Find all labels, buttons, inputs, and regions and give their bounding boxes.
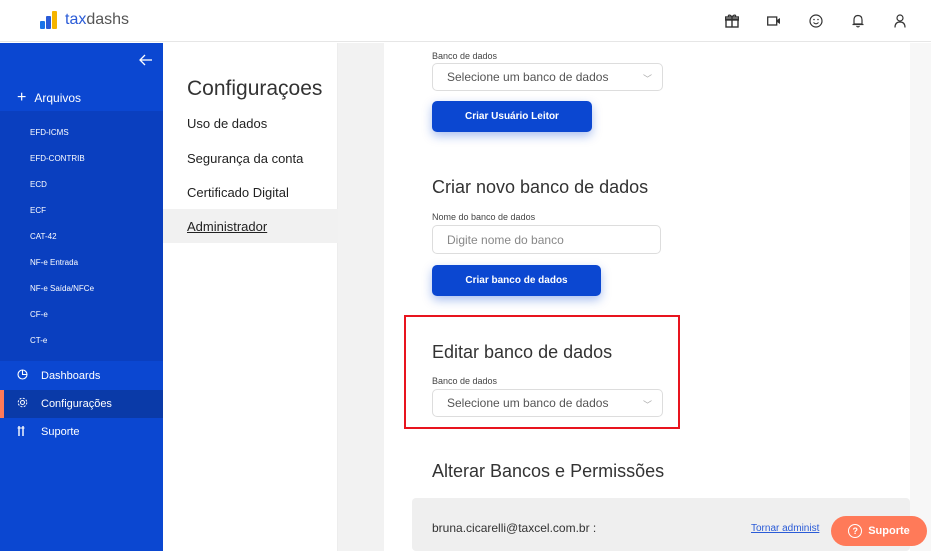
select-value: Selecione um banco de dados xyxy=(447,396,609,410)
settings-title: Configuraçoes xyxy=(187,77,323,100)
settings-item-administrador[interactable]: Administrador xyxy=(163,209,338,243)
sidebar-item-label: Suporte xyxy=(41,426,80,438)
banco-de-dados-select[interactable]: Selecione um banco de dados ﹀ xyxy=(432,63,663,91)
settings-item-certificado[interactable]: Certificado Digital xyxy=(163,175,338,209)
sidebar-subitem[interactable]: CF-e xyxy=(30,310,48,319)
nome-banco-input[interactable]: Digite nome do banco xyxy=(432,225,661,254)
scroll-gutter xyxy=(910,43,931,551)
nome-banco-label: Nome do banco de dados xyxy=(432,212,536,222)
editar-banco-heading: Editar banco de dados xyxy=(432,342,613,362)
sidebar-subitem[interactable]: CT-e xyxy=(30,336,47,345)
suporte-label: Suporte xyxy=(868,525,910,537)
editar-banco-select[interactable]: Selecione um banco de dados ﹀ xyxy=(432,389,663,417)
plus-icon: + xyxy=(17,89,27,106)
settings-item-uso-de-dados[interactable]: Uso de dados xyxy=(163,106,338,140)
bell-icon[interactable] xyxy=(849,12,867,30)
sidebar-item-arquivos[interactable]: + Arquivos xyxy=(17,89,81,107)
sidebar-item-label: Dashboards xyxy=(41,370,101,382)
sidebar-subitem[interactable]: EFD-CONTRIB xyxy=(30,154,85,163)
support-icon xyxy=(17,425,33,440)
criar-usuario-leitor-button[interactable]: Criar Usuário Leitor xyxy=(432,101,592,132)
arrow-left-icon[interactable] xyxy=(139,53,153,71)
user-icon[interactable] xyxy=(891,12,909,30)
sidebar-subitem[interactable]: ECF xyxy=(30,206,46,215)
suporte-button[interactable]: ? Suporte xyxy=(831,516,927,546)
sidebar-item-configuracoes[interactable]: Configurações xyxy=(0,390,163,418)
sidebar-subitem[interactable]: NF-e Entrada xyxy=(30,258,78,267)
banco-de-dados-label: Banco de dados xyxy=(432,51,498,61)
sidebar-submenu: EFD-ICMS EFD-CONTRIB ECD ECF CAT-42 NF-e… xyxy=(0,111,163,361)
sidebar-subitem[interactable]: EFD-ICMS xyxy=(30,128,69,137)
sidebar-item-dashboards[interactable]: Dashboards xyxy=(0,362,163,390)
logo-text: taxdashs xyxy=(65,11,130,28)
gear-icon xyxy=(17,397,33,411)
editar-banco-label: Banco de dados xyxy=(432,376,498,386)
sidebar: + Arquivos EFD-ICMS EFD-CONTRIB ECD ECF … xyxy=(0,43,163,551)
settings-menu: Configuraçoes Uso de dados Segurança da … xyxy=(163,43,338,551)
content-gutter xyxy=(338,43,384,551)
help-icon: ? xyxy=(848,524,863,538)
sidebar-item-suporte[interactable]: Suporte xyxy=(0,418,163,446)
gift-icon[interactable] xyxy=(723,12,741,30)
logo-icon xyxy=(40,11,62,29)
sidebar-subitem[interactable]: CAT-42 xyxy=(30,232,57,241)
settings-item-seguranca[interactable]: Segurança da conta xyxy=(163,141,338,175)
user-email: bruna.cicarelli@taxcel.com.br : xyxy=(432,521,597,535)
select-value: Selecione um banco de dados xyxy=(447,70,609,84)
criar-banco-heading: Criar novo banco de dados xyxy=(432,177,649,197)
pie-chart-icon xyxy=(17,369,33,383)
chevron-down-icon: ﹀ xyxy=(642,74,652,84)
sidebar-subitem[interactable]: NF-e Saída/NFCe xyxy=(30,284,94,293)
video-icon[interactable] xyxy=(765,12,783,30)
tornar-admin-link[interactable]: Tornar administ xyxy=(751,523,819,534)
sidebar-item-label: Arquivos xyxy=(34,91,82,105)
chevron-down-icon: ﹀ xyxy=(642,400,652,410)
admin-panel: Banco de dados Selecione um banco de dad… xyxy=(384,43,910,551)
top-bar: taxdashs xyxy=(0,0,931,42)
criar-banco-button[interactable]: Criar banco de dados xyxy=(432,265,601,296)
smile-icon[interactable] xyxy=(807,12,825,30)
sidebar-item-label: Configurações xyxy=(41,398,112,410)
permissoes-heading: Alterar Bancos e Permissões xyxy=(432,461,665,481)
logo[interactable]: taxdashs xyxy=(40,11,129,29)
sidebar-subitem[interactable]: ECD xyxy=(30,180,47,189)
